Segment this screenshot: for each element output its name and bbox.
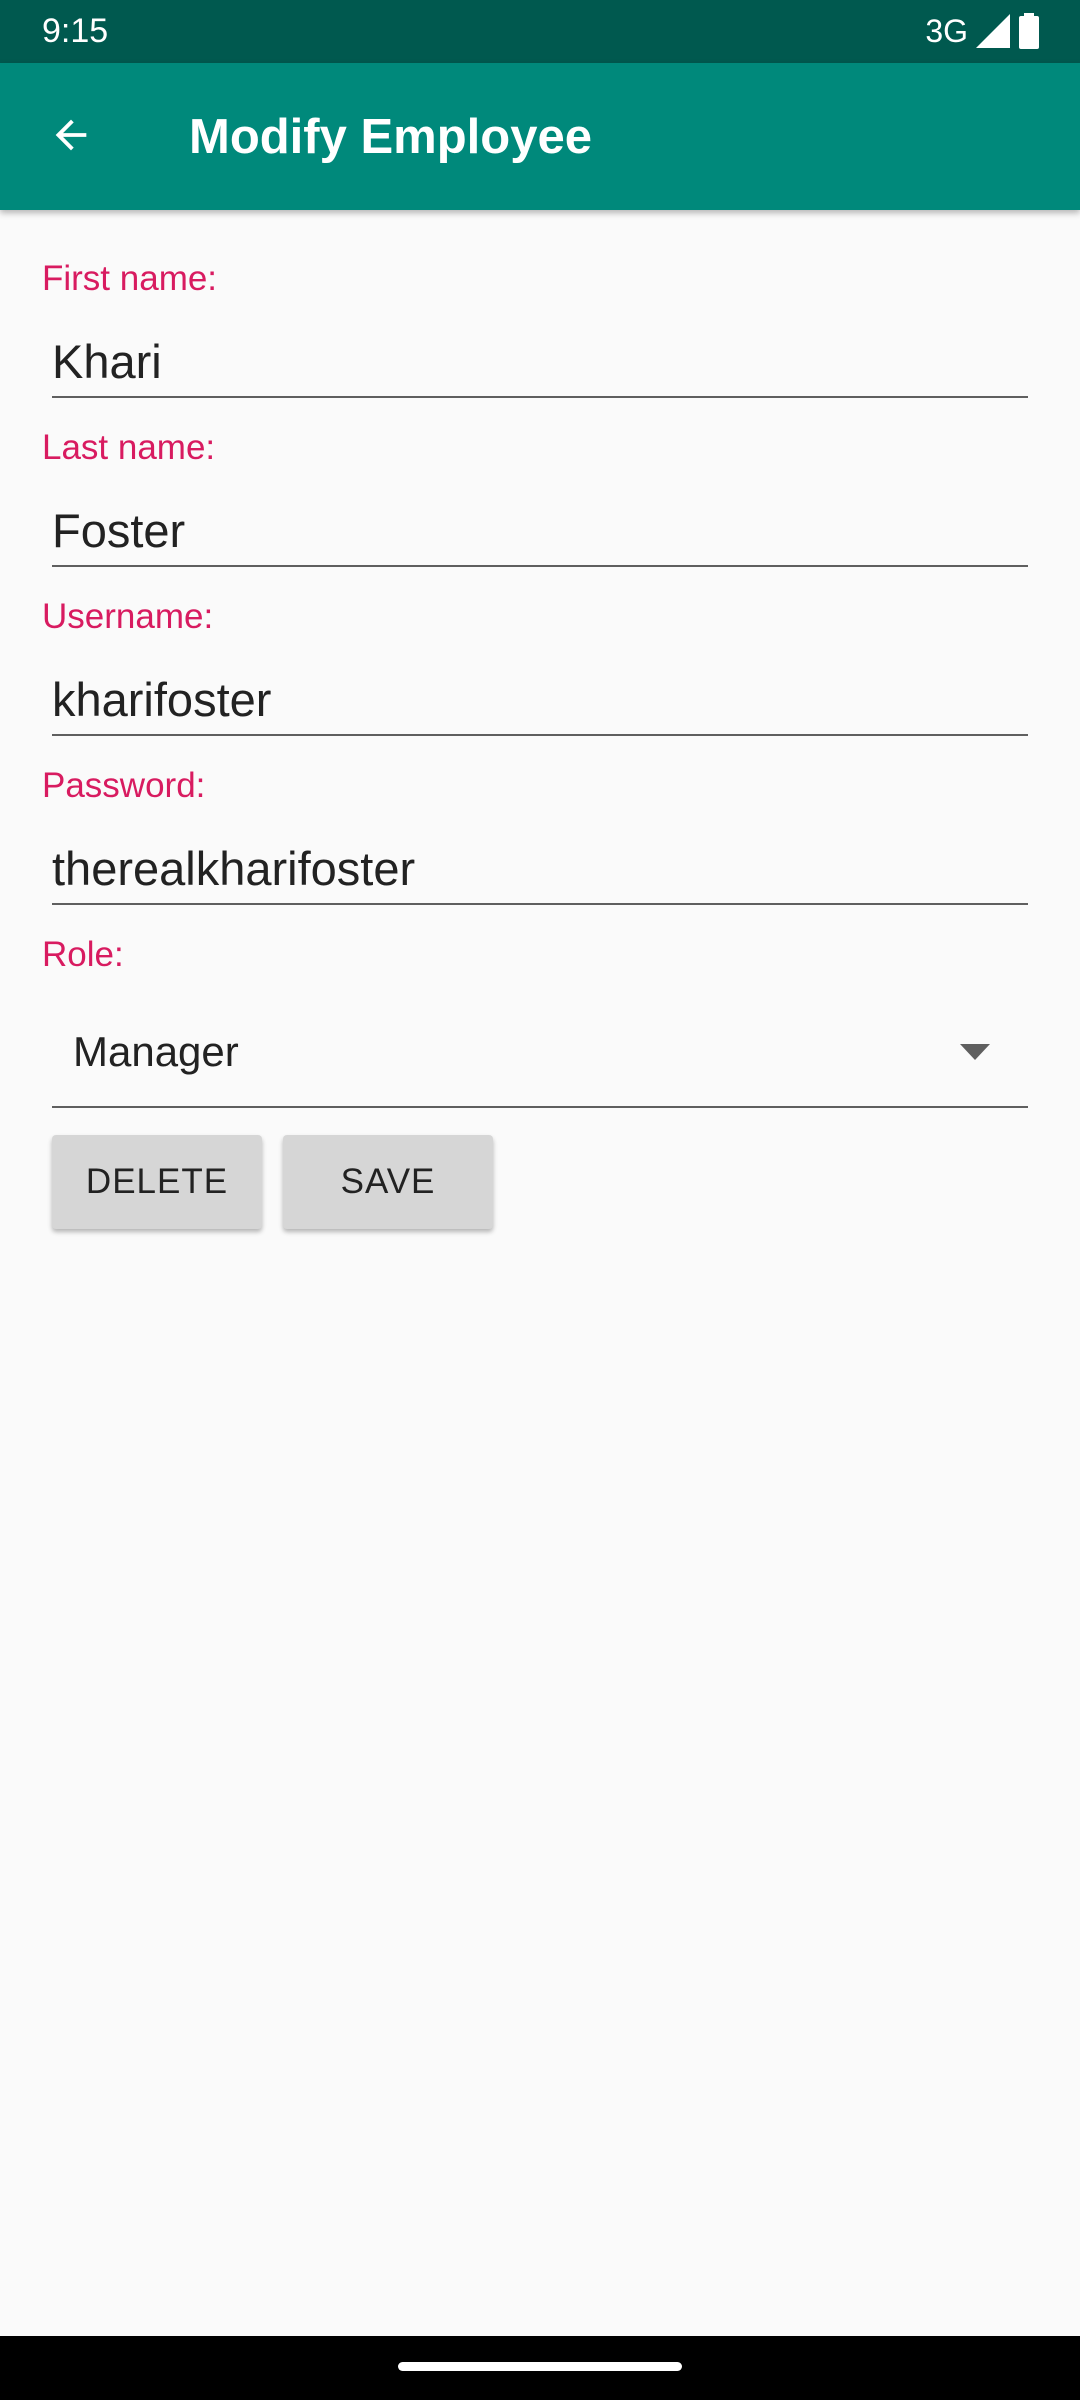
last-name-label: Last name: [42, 428, 216, 467]
role-label: Role: [42, 935, 124, 974]
back-button[interactable] [38, 104, 104, 170]
last-name-field[interactable]: Foster [52, 499, 1028, 567]
first-name-field[interactable]: Khari [52, 330, 1028, 398]
delete-button[interactable]: DELETE [52, 1135, 262, 1229]
username-field[interactable]: kharifoster [52, 668, 1028, 736]
status-bar: 9:15 3G [0, 0, 1080, 63]
password-label: Password: [42, 766, 206, 805]
app-bar: Modify Employee [0, 63, 1080, 210]
status-icons: 3G [925, 10, 1040, 52]
save-button[interactable]: SAVE [283, 1135, 493, 1229]
first-name-label: First name: [42, 259, 218, 298]
navigation-bar [0, 2336, 1080, 2400]
role-selected-value: Manager [73, 1028, 239, 1075]
network-type-label: 3G [925, 13, 968, 49]
battery-icon [1018, 13, 1040, 49]
username-label: Username: [42, 597, 214, 636]
status-time: 9:15 [42, 12, 109, 50]
role-dropdown[interactable]: Manager [52, 998, 1028, 1108]
home-indicator[interactable] [398, 2362, 682, 2371]
page-title: Modify Employee [189, 110, 592, 164]
signal-icon [976, 14, 1010, 48]
password-field[interactable]: therealkharifoster [52, 837, 1028, 905]
arrow-left-icon [48, 112, 94, 163]
dropdown-arrow-icon [960, 1044, 990, 1065]
